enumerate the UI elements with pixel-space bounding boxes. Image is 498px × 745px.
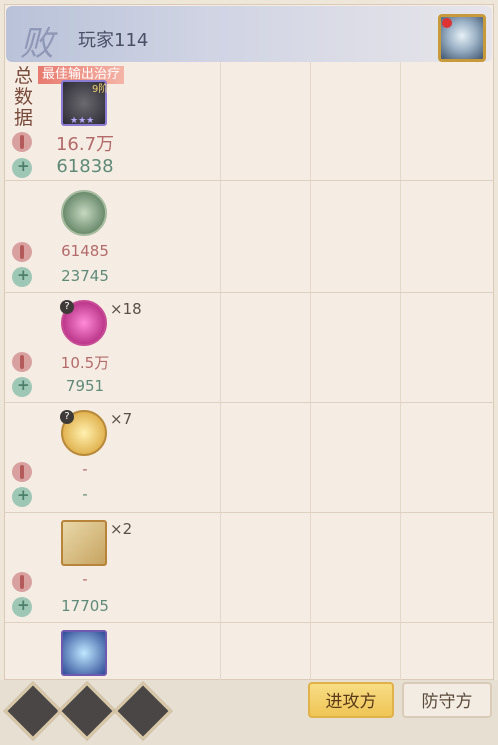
total-data-label: 总数据 [14, 65, 34, 129]
heal-icon [12, 376, 32, 397]
unit-damage: - [82, 460, 88, 478]
use-count: ×18 [110, 300, 142, 318]
unit-heal: 7951 [65, 377, 105, 395]
player-portrait[interactable] [438, 14, 486, 62]
tab-defender[interactable]: 防守方 [402, 682, 492, 718]
unit-heal: 17705 [61, 597, 109, 615]
star-rating-icon: ★★★ [70, 116, 95, 126]
use-count: ×2 [110, 520, 133, 538]
damage-icon [12, 242, 32, 262]
hero-level: 9阶 [92, 84, 109, 95]
total-heal: 61838 [56, 156, 114, 177]
total-damage: 16.7万 [55, 134, 115, 155]
player-name: 玩家114 [78, 30, 149, 51]
defeat-mark: 败 [20, 24, 54, 64]
unit-heal: - [82, 485, 88, 503]
heal-icon [12, 157, 32, 178]
item-icon[interactable] [61, 520, 107, 566]
unit-icon[interactable] [61, 190, 107, 236]
heal-icon [12, 596, 32, 617]
tab-attacker[interactable]: 进攻方 [308, 682, 394, 718]
damage-icon [12, 132, 32, 152]
unit-damage: 61485 [61, 242, 109, 260]
player-header: 败 玩家114 [6, 6, 492, 64]
unit-damage: - [82, 570, 88, 588]
damage-icon [12, 352, 32, 372]
damage-icon [12, 462, 32, 482]
question-icon: ? [60, 410, 74, 424]
use-count: ×7 [110, 410, 133, 428]
unit-damage: 10.5万 [60, 354, 110, 372]
heal-icon [12, 486, 32, 507]
damage-icon [12, 572, 32, 592]
heal-icon [12, 266, 32, 287]
unit-heal: 23745 [61, 267, 109, 285]
rank-badge [442, 18, 452, 28]
question-icon: ? [60, 300, 74, 314]
item-icon[interactable] [61, 630, 107, 676]
